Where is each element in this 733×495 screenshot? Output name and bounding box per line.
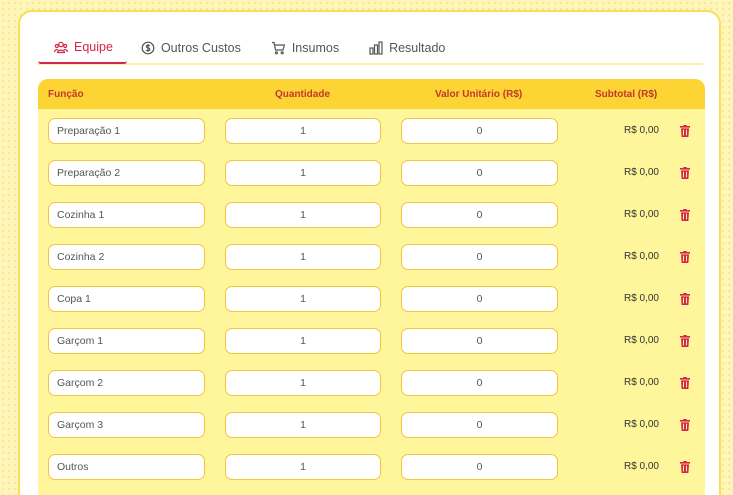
- team-table: Função Quantidade Valor Unitário (R$) Su…: [38, 79, 705, 495]
- funcao-input[interactable]: Preparação 1: [48, 118, 205, 144]
- table-row: Preparação 1 1 0 R$ 0,00: [38, 116, 705, 146]
- subtotal-value: R$ 0,00: [623, 461, 659, 472]
- tab-label: Outros Custos: [160, 41, 241, 55]
- subtotal-value: R$ 0,00: [623, 209, 659, 220]
- funcao-input[interactable]: Preparação 2: [48, 160, 205, 186]
- subtotal-value: R$ 0,00: [623, 125, 659, 136]
- trash-icon[interactable]: [680, 460, 690, 478]
- header-valor-unitario: Valor Unitário (R$): [435, 89, 523, 100]
- trash-icon[interactable]: [680, 124, 690, 142]
- valor-unitario-input[interactable]: 0: [401, 244, 558, 270]
- table-row: Copa 1 1 0 R$ 0,00: [38, 284, 705, 314]
- tab-equipe[interactable]: Equipe: [38, 32, 127, 64]
- valor-unitario-input[interactable]: 0: [401, 370, 558, 396]
- funcao-input[interactable]: Outros: [48, 454, 205, 480]
- quantidade-input[interactable]: 1: [225, 202, 381, 228]
- table-row: Cozinha 2 1 0 R$ 0,00: [38, 242, 705, 272]
- tab-resultado[interactable]: Resultado: [353, 32, 459, 64]
- tab-label: Equipe: [74, 40, 113, 54]
- quantidade-input[interactable]: 1: [225, 160, 381, 186]
- table-row: Garçom 2 1 0 R$ 0,00: [38, 368, 705, 398]
- header-subtotal: Subtotal (R$): [595, 89, 658, 100]
- quantidade-input[interactable]: 1: [225, 244, 381, 270]
- funcao-input[interactable]: Cozinha 2: [48, 244, 205, 270]
- valor-unitario-input[interactable]: 0: [401, 118, 558, 144]
- funcao-input[interactable]: Garçom 3: [48, 412, 205, 438]
- valor-unitario-input[interactable]: 0: [401, 160, 558, 186]
- trash-icon[interactable]: [680, 334, 690, 352]
- quantidade-input[interactable]: 1: [225, 286, 381, 312]
- table-row: Preparação 2 1 0 R$ 0,00: [38, 158, 705, 188]
- valor-unitario-input[interactable]: 0: [401, 454, 558, 480]
- funcao-input[interactable]: Cozinha 1: [48, 202, 205, 228]
- subtotal-value: R$ 0,00: [623, 335, 659, 346]
- table-header: Função Quantidade Valor Unitário (R$) Su…: [38, 79, 705, 109]
- subtotal-value: R$ 0,00: [623, 167, 659, 178]
- tab-label: Resultado: [389, 41, 446, 55]
- table-row: Outros 1 0 R$ 0,00: [38, 452, 705, 482]
- table-row: Garçom 3 1 0 R$ 0,00: [38, 410, 705, 440]
- bar-chart-icon: [369, 41, 383, 55]
- main-card: Equipe Outros Custos Insumos Resultado F…: [18, 10, 721, 495]
- dollar-circle-icon: [141, 41, 155, 55]
- cart-icon: [271, 41, 286, 55]
- quantidade-input[interactable]: 1: [225, 328, 381, 354]
- subtotal-value: R$ 0,00: [623, 377, 659, 388]
- trash-icon[interactable]: [680, 376, 690, 394]
- header-quantidade: Quantidade: [275, 89, 331, 100]
- funcao-input[interactable]: Copa 1: [48, 286, 205, 312]
- trash-icon[interactable]: [680, 418, 690, 436]
- quantidade-input[interactable]: 1: [225, 454, 381, 480]
- trash-icon[interactable]: [680, 250, 690, 268]
- trash-icon[interactable]: [680, 292, 690, 310]
- tab-label: Insumos: [291, 41, 340, 55]
- subtotal-value: R$ 0,00: [623, 419, 659, 430]
- quantidade-input[interactable]: 1: [225, 370, 381, 396]
- subtotal-value: R$ 0,00: [623, 293, 659, 304]
- header-funcao: Função: [48, 89, 84, 100]
- tab-bar: Equipe Outros Custos Insumos Resultado: [38, 32, 703, 65]
- subtotal-value: R$ 0,00: [623, 251, 659, 262]
- funcao-input[interactable]: Garçom 1: [48, 328, 205, 354]
- table-row: Garçom 1 1 0 R$ 0,00: [38, 326, 705, 356]
- valor-unitario-input[interactable]: 0: [401, 286, 558, 312]
- valor-unitario-input[interactable]: 0: [401, 328, 558, 354]
- funcao-input[interactable]: Garçom 2: [48, 370, 205, 396]
- valor-unitario-input[interactable]: 0: [401, 202, 558, 228]
- valor-unitario-input[interactable]: 0: [401, 412, 558, 438]
- tab-outros-custos[interactable]: Outros Custos: [127, 32, 255, 64]
- quantidade-input[interactable]: 1: [225, 118, 381, 144]
- quantidade-input[interactable]: 1: [225, 412, 381, 438]
- users-icon: [54, 41, 68, 54]
- trash-icon[interactable]: [680, 208, 690, 226]
- trash-icon[interactable]: [680, 166, 690, 184]
- table-row: Cozinha 1 1 0 R$ 0,00: [38, 200, 705, 230]
- tab-insumos[interactable]: Insumos: [255, 32, 353, 64]
